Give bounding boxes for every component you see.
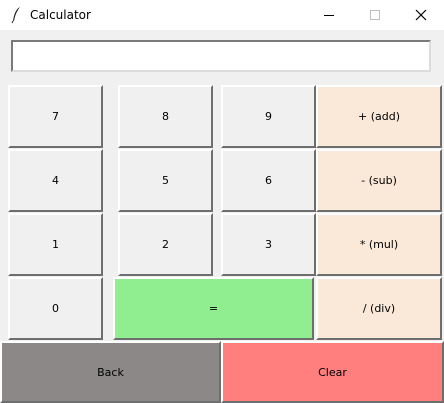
key-0[interactable]: 0 [8, 277, 103, 340]
display-field[interactable] [11, 40, 431, 72]
key-2[interactable]: 2 [118, 213, 213, 276]
key-8[interactable]: 8 [118, 85, 213, 148]
divide-button[interactable]: / (div) [316, 277, 442, 340]
clear-button[interactable]: Clear [221, 341, 444, 403]
multiply-button[interactable]: * (mul) [316, 213, 442, 276]
window-title: Calculator [30, 8, 91, 22]
close-icon [415, 9, 427, 21]
minimize-button[interactable] [306, 0, 352, 30]
key-6[interactable]: 6 [221, 149, 316, 212]
subtract-button[interactable]: - (sub) [316, 149, 442, 212]
minimize-icon [324, 15, 334, 16]
back-button[interactable]: Back [0, 341, 221, 403]
add-button[interactable]: + (add) [316, 85, 442, 148]
key-5[interactable]: 5 [118, 149, 213, 212]
maximize-icon [370, 10, 380, 20]
equals-button[interactable]: = [113, 277, 314, 340]
key-7[interactable]: 7 [8, 85, 103, 148]
title-bar: Calculator [0, 0, 444, 30]
key-1[interactable]: 1 [8, 213, 103, 276]
key-3[interactable]: 3 [221, 213, 316, 276]
key-9[interactable]: 9 [221, 85, 316, 148]
feather-icon [10, 6, 24, 24]
maximize-button[interactable] [352, 0, 398, 30]
close-button[interactable] [398, 0, 444, 30]
key-4[interactable]: 4 [8, 149, 103, 212]
